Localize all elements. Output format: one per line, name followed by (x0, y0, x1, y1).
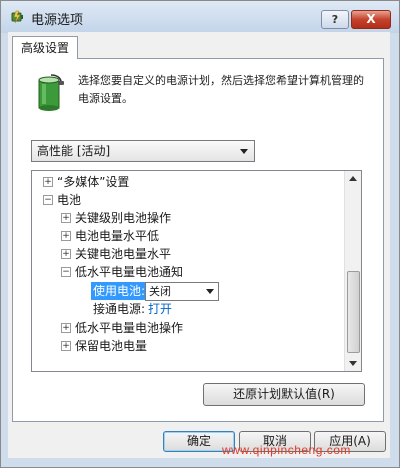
help-button[interactable]: ? (321, 10, 349, 29)
plugged-in-value[interactable]: 打开 (148, 300, 172, 318)
scrollbar-thumb[interactable] (347, 271, 360, 353)
tree-item-label: “多媒体”设置 (57, 175, 130, 189)
scroll-up-arrow-icon[interactable] (345, 171, 361, 187)
on-battery-select[interactable]: 关闭 (145, 282, 219, 301)
expand-icon[interactable]: + (61, 213, 71, 223)
tree-item-label: 低水平电量电池通知 (75, 265, 184, 279)
chevron-down-icon (240, 149, 248, 154)
collapse-icon[interactable]: − (61, 267, 71, 277)
battery-icon (38, 74, 64, 111)
power-plan-value: 高性能 [活动] (37, 144, 111, 158)
tree-item-label: 关键电池电量水平 (75, 247, 172, 261)
restore-defaults-button[interactable]: 还原计划默认值(R) (203, 383, 365, 406)
power-options-icon (11, 10, 23, 24)
tree-item-label: 保留电池电量 (75, 339, 148, 353)
tree-item-label: 电池 (57, 193, 82, 207)
intro-text: 选择您要自定义的电源计划，然后选择您希望计算机管理的电源设置。 (78, 74, 364, 105)
on-battery-value: 关闭 (149, 285, 171, 298)
tab-advanced-settings[interactable]: 高级设置 (12, 36, 78, 59)
expand-icon[interactable]: + (61, 231, 71, 241)
window-title: 电源选项 (31, 13, 84, 28)
chevron-down-icon (206, 289, 214, 294)
expand-icon[interactable]: + (43, 177, 53, 187)
close-button[interactable]: X (351, 10, 391, 29)
on-battery-label: 使用电池: (91, 282, 148, 300)
tree-item-label: 电池电量水平低 (75, 229, 160, 243)
power-plan-select[interactable]: 高性能 [活动] (31, 140, 255, 162)
tree-scrollbar[interactable] (344, 171, 361, 371)
title-bar[interactable]: 电源选项 ? X (1, 1, 399, 33)
tree-item-label: 关键级别电池操作 (75, 211, 172, 225)
watermark-text: www.qinpincheng.com (222, 443, 351, 457)
scroll-down-arrow-icon[interactable] (345, 355, 361, 371)
collapse-icon[interactable]: − (43, 195, 53, 205)
settings-tree[interactable]: + “多媒体”设置 − 电池 + 关键级别电池操作 + 电池电量水平低 + 关键… (31, 170, 362, 372)
expand-icon[interactable]: + (61, 249, 71, 259)
plugged-in-label: 接通电源: (93, 302, 146, 316)
expand-icon[interactable]: + (61, 341, 71, 351)
tree-item-label: 低水平电量电池操作 (75, 321, 184, 335)
expand-icon[interactable]: + (61, 323, 71, 333)
